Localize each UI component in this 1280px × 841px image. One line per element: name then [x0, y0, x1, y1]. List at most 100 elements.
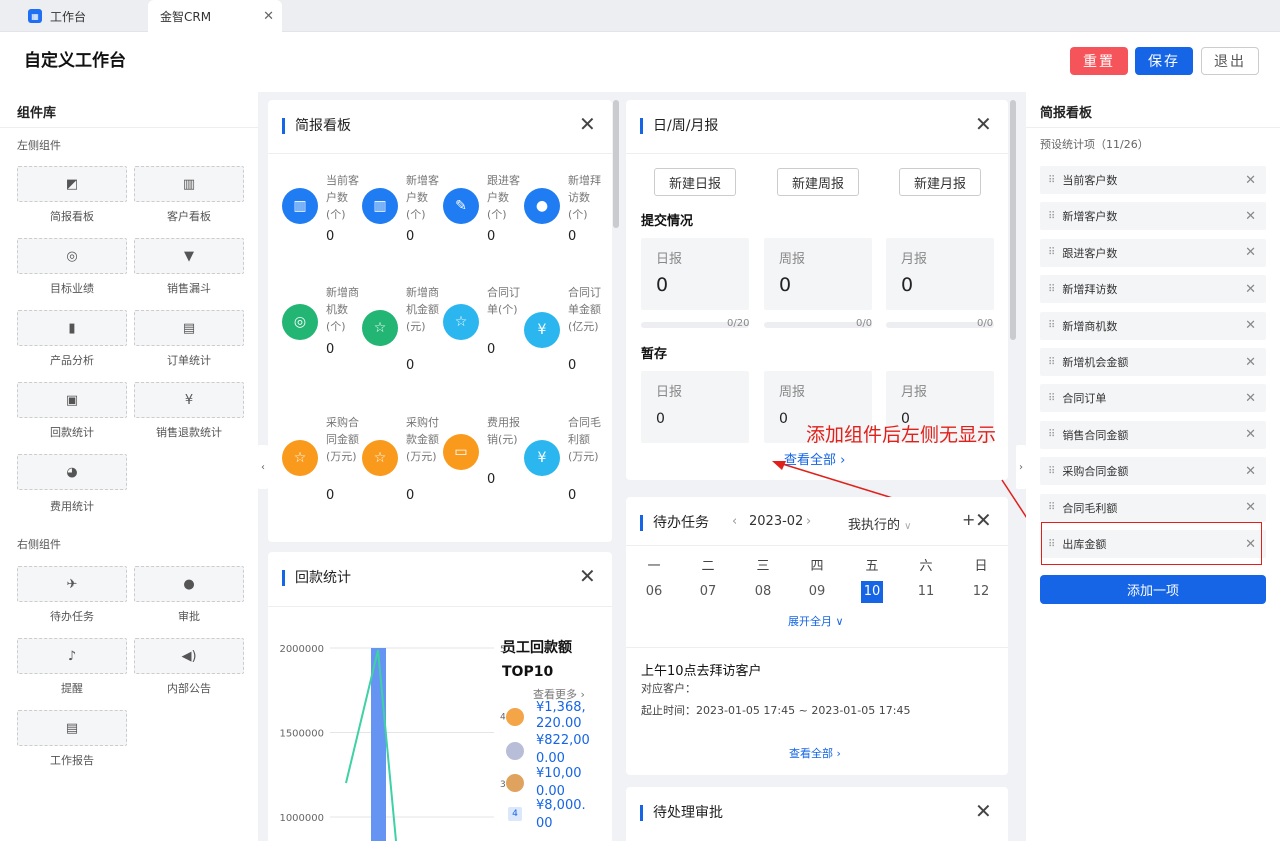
drag-handle-icon[interactable]: ⠿ [1048, 247, 1055, 258]
stat-item-row[interactable]: ⠿ 采购合同金额 ✕ [1040, 457, 1266, 486]
calendar-day-selected[interactable]: 10 [861, 581, 883, 603]
stat-item-row[interactable]: ⠿ 新增机会金额 ✕ [1040, 348, 1266, 376]
comp-target[interactable]: ◎ [17, 238, 127, 274]
stat-item-row[interactable]: ⠿ 当前客户数 ✕ [1040, 166, 1266, 194]
comp-report[interactable]: ▤ [17, 710, 127, 746]
calendar-day[interactable]: 06 [643, 581, 665, 603]
remove-icon[interactable]: ✕ [1245, 245, 1256, 260]
calendar-day[interactable]: 09 [806, 581, 828, 603]
remove-icon[interactable]: ✕ [1245, 209, 1256, 224]
comp-order[interactable]: ▤ [134, 310, 244, 346]
stat-item-row[interactable]: ⠿ 合同订单 ✕ [1040, 384, 1266, 413]
remove-icon[interactable]: ✕ [1245, 391, 1256, 406]
scrollbar[interactable] [613, 100, 619, 228]
tab-crm[interactable]: 金智CRM ✕ [148, 0, 282, 32]
calendar-day[interactable]: 11 [915, 581, 937, 603]
box-value: 0 [901, 274, 914, 296]
comp-notice[interactable]: ◀) [134, 638, 244, 674]
comp-todo[interactable]: ✈ [17, 566, 127, 602]
stat-item: ¥ 合同毛利额(万元) 0 [524, 414, 604, 503]
prev-month-icon[interactable]: ‹ [732, 514, 737, 529]
remove-icon[interactable]: ✕ [1245, 318, 1256, 333]
drag-handle-icon[interactable]: ⠿ [1048, 320, 1055, 331]
remove-icon[interactable]: ✕ [1245, 464, 1256, 479]
daily-box: 日报 0 [641, 238, 749, 310]
comp-briefing[interactable]: ◩ [17, 166, 127, 202]
stat-item: ☆ 新增商机金额(元) 0 [362, 284, 442, 373]
todo-view-all-link[interactable]: 查看全部 › [789, 745, 841, 761]
new-weekly-button[interactable]: 新建周报 [777, 168, 859, 196]
close-icon[interactable]: ✕ [975, 112, 992, 136]
comp-reminder[interactable]: ♪ [17, 638, 127, 674]
drag-handle-icon[interactable]: ⠿ [1048, 393, 1055, 404]
remove-icon[interactable]: ✕ [1245, 427, 1256, 442]
next-month-icon[interactable]: › [806, 514, 811, 529]
new-monthly-button[interactable]: 新建月报 [899, 168, 981, 196]
stat-label: 合同毛利额(万元) [568, 416, 601, 463]
stat-item-label: 合同订单 [1062, 392, 1107, 406]
exit-button[interactable]: 退出 [1201, 47, 1259, 75]
stat-item-row[interactable]: ⠿ 销售合同金额 ✕ [1040, 420, 1266, 449]
task-title[interactable]: 上午10点去拜访客户 [641, 660, 762, 679]
comp-expense[interactable]: ◕ [17, 454, 127, 490]
tab-close-icon[interactable]: ✕ [263, 9, 274, 24]
comp-customer[interactable]: ▥ [134, 166, 244, 202]
building-icon: ▥ [282, 188, 318, 224]
remove-icon[interactable]: ✕ [1245, 355, 1256, 370]
comp-payment[interactable]: ▣ [17, 382, 127, 418]
collapse-right-icon[interactable]: › [1016, 445, 1026, 489]
comp-label: 待办任务 [50, 610, 94, 623]
remove-icon[interactable]: ✕ [1245, 173, 1256, 188]
stat-item: ☆ 采购付款金额(万元) 0 [362, 414, 442, 503]
calendar-day[interactable]: 07 [697, 581, 719, 603]
comp-label: 内部公告 [167, 682, 211, 695]
filter-select[interactable]: 我执行的 ∨ [848, 514, 911, 533]
remove-icon[interactable]: ✕ [1245, 500, 1256, 515]
new-daily-button[interactable]: 新建日报 [654, 168, 736, 196]
save-button[interactable]: 保存 [1135, 47, 1193, 75]
weekday: 三 [756, 559, 770, 574]
comp-funnel[interactable]: ▼ [134, 238, 244, 274]
calendar-day[interactable]: 08 [752, 581, 774, 603]
stat-item-row[interactable]: ⠿ 新增拜访数 ✕ [1040, 275, 1266, 304]
reset-button[interactable]: 重置 [1070, 47, 1128, 75]
comp-label: 回款统计 [50, 426, 94, 439]
drag-handle-icon[interactable]: ⠿ [1048, 211, 1055, 222]
tab-workbench[interactable]: ▦ 工作台 [16, 0, 144, 32]
panel-title: 简报看板 [1040, 106, 1093, 121]
remove-icon[interactable]: ✕ [1245, 282, 1256, 297]
add-icon[interactable]: + [962, 510, 975, 529]
drag-handle-icon[interactable]: ⠿ [1048, 502, 1055, 513]
month-label: 2023-02 [749, 514, 804, 529]
close-icon[interactable]: ✕ [975, 508, 992, 532]
collapse-left-icon[interactable]: ‹ [258, 445, 268, 489]
report-view-all-link[interactable]: 查看全部 › [784, 449, 845, 468]
stat-item-row[interactable]: ⠿ 新增商机数 ✕ [1040, 311, 1266, 340]
close-icon[interactable]: ✕ [579, 112, 596, 136]
add-item-button[interactable]: 添加一项 [1040, 575, 1266, 604]
comp-product[interactable]: ▮ [17, 310, 127, 346]
divider [626, 545, 1008, 546]
drag-handle-icon[interactable]: ⠿ [1048, 429, 1055, 440]
scrollbar[interactable] [1010, 100, 1016, 340]
stat-item: ☆ 采购合同金额(万元) 0 [282, 414, 362, 503]
stat-item-row[interactable]: ⠿ 新增客户数 ✕ [1040, 202, 1266, 231]
calendar-day[interactable]: 12 [970, 581, 992, 603]
expand-month-link[interactable]: 展开全月 ∨ [788, 613, 844, 629]
drag-handle-icon[interactable]: ⠿ [1048, 466, 1055, 477]
payment-card: 回款统计 ✕ 2000000 1500000 1000000 5 4 3 员工回款额TOP… [268, 552, 612, 841]
drag-handle-icon[interactable]: ⠿ [1048, 284, 1055, 295]
drag-handle-icon[interactable]: ⠿ [1048, 175, 1055, 186]
drag-handle-icon[interactable]: ⠿ [1048, 357, 1055, 368]
comp-approval[interactable]: ● [134, 566, 244, 602]
coin-icon: ¥ [184, 392, 194, 408]
stat-value: 0 [326, 488, 335, 503]
comp-refund[interactable]: ¥ [134, 382, 244, 418]
stat-item-row[interactable]: ⠿ 合同毛利额 ✕ [1040, 493, 1266, 522]
comp-label: 提醒 [61, 682, 83, 695]
page-title: 自定义工作台 [24, 51, 126, 71]
stat-item-row[interactable]: ⠿ 跟进客户数 ✕ [1040, 238, 1266, 267]
close-icon[interactable]: ✕ [975, 799, 992, 823]
settings-panel: 简报看板 预设统计项（11/26） ⠿ 当前客户数 ✕ ⠿ 新增客户数 ✕ ⠿ 跟进客户数 ✕ ⠿… [1026, 92, 1280, 841]
stat-value: 0 [487, 229, 496, 244]
